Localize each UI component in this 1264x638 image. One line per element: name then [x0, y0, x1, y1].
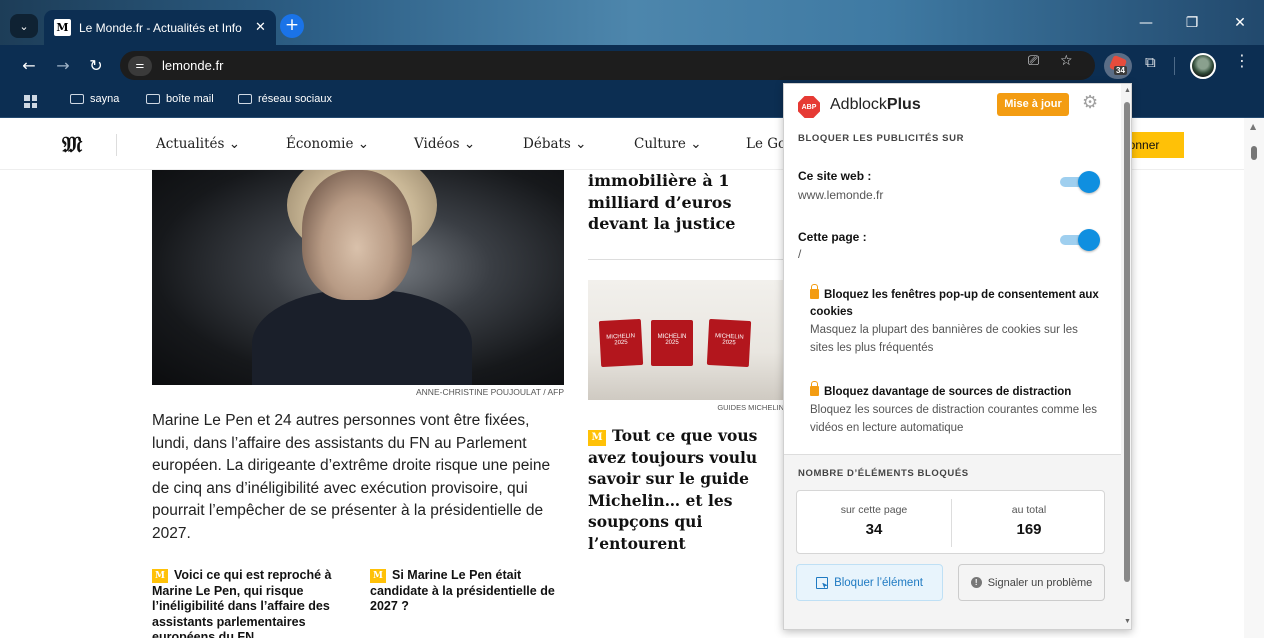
close-window-button[interactable]: ✕ — [1218, 8, 1262, 38]
tab-title: Le Monde.fr - Actualités et Info — [79, 20, 242, 35]
bookmark-star-icon[interactable]: ☆ — [1060, 53, 1073, 69]
report-issue-button[interactable]: ! Signaler un problème — [958, 564, 1105, 601]
nav-economie[interactable]: Économie ⌄ — [286, 136, 369, 152]
gear-icon[interactable]: ⚙ — [1082, 92, 1098, 113]
stat-total: au total 169 — [1011, 504, 1047, 538]
page-scrollbar[interactable]: ▲ — [1244, 118, 1264, 638]
install-app-icon[interactable]: ⎚ — [1028, 53, 1039, 69]
stats-box: sur cette page 34 au total 169 — [796, 490, 1105, 554]
extensions-icon[interactable]: ⧉ — [1145, 53, 1156, 71]
column2-headline[interactable]: immobilière à 1 milliard d’euros devant … — [588, 170, 778, 235]
folder-icon — [146, 94, 160, 104]
abp-brand: AdblockPlus — [830, 96, 921, 113]
hero-summary[interactable]: Marine Le Pen et 24 autres personnes von… — [152, 410, 564, 545]
block-element-button[interactable]: Bloquer l’élément — [796, 564, 943, 601]
restore-button[interactable]: ❐ — [1170, 8, 1214, 38]
scroll-up-arrow-icon[interactable]: ▲ — [1250, 122, 1256, 131]
nav-debats[interactable]: Débats ⌄ — [523, 136, 586, 152]
hero-photo-credit: ANNE-CHRISTINE POUJOULAT / AFP — [416, 387, 564, 397]
cookie-popup-feature[interactable]: Bloquez les fenêtres pop-up de consentem… — [810, 284, 1100, 357]
reload-button[interactable]: ↻ — [84, 55, 108, 77]
browser-toolbar: ← → ↻ ⚌ lemonde.fr ⎚ ☆ 34 ⧉ ⋮ — [0, 45, 1264, 85]
update-button[interactable]: Mise à jour — [997, 93, 1069, 116]
tab-search-button[interactable]: ⌄ — [10, 14, 38, 38]
lemonde-badge-icon: M — [588, 430, 606, 446]
lemonde-favicon: M — [54, 19, 71, 36]
stat-this-page: sur cette page 34 — [840, 504, 908, 538]
michelin-guide-box: MICHELIN 2025 — [651, 320, 693, 366]
lemonde-badge-icon: M — [370, 569, 386, 583]
page-label: Cette page : — [798, 230, 867, 244]
bookmark-folder-sayna[interactable]: sayna — [70, 93, 119, 105]
blocked-count-badge: 34 — [1114, 66, 1127, 75]
bookmark-label: sayna — [90, 93, 120, 105]
minimize-button[interactable]: — — [1124, 8, 1168, 38]
adblock-extension-button[interactable]: 34 — [1104, 53, 1132, 79]
info-icon: ! — [970, 577, 982, 588]
nav-videos[interactable]: Vidéos ⌄ — [414, 136, 475, 152]
hero-photo[interactable] — [152, 170, 564, 385]
bookmark-label: réseau sociaux — [258, 93, 332, 105]
chevron-down-icon: ⌄ — [19, 19, 29, 33]
url-text: lemonde.fr — [162, 58, 224, 73]
michelin-photo[interactable]: MICHELIN 2025 MICHELIN 2025 MICHELIN 202… — [588, 280, 788, 400]
blocked-count-heading: NOMBRE D’ÉLÉMENTS BLOQUÉS — [798, 468, 969, 479]
related-article-2[interactable]: M Si Marine Le Pen était candidate à la p… — [370, 568, 560, 615]
site-toggle[interactable] — [1056, 171, 1102, 193]
hero-figure-face — [302, 170, 412, 300]
close-tab-icon[interactable]: ✕ — [255, 20, 266, 35]
hero-figure-body — [252, 290, 472, 385]
column-divider — [588, 259, 788, 260]
folder-icon — [70, 94, 84, 104]
tab-strip: ⌄ M Le Monde.fr - Actualités et Info ✕ +… — [0, 0, 1264, 45]
blocked-stats-section: NOMBRE D’ÉLÉMENTS BLOQUÉS sur cette page… — [784, 454, 1131, 629]
adblock-popup: ABP AdblockPlus Mise à jour ⚙ BLOQUER LE… — [783, 83, 1132, 630]
michelin-guide-box: MICHELIN 2025 — [598, 318, 644, 368]
back-button[interactable]: ← — [17, 55, 41, 77]
scroll-up-arrow-icon[interactable]: ▲ — [1124, 87, 1131, 94]
nav-le-go[interactable]: Le Go — [746, 136, 786, 152]
lock-icon — [810, 284, 819, 299]
abp-logo-icon: ABP — [798, 96, 820, 118]
nav-actualites[interactable]: Actualités ⌄ — [156, 136, 240, 152]
page-value: / — [798, 247, 802, 261]
michelin-photo-credit: GUIDES MICHELIN — [717, 403, 784, 412]
element-picker-icon — [816, 576, 829, 589]
bookmark-folder-social[interactable]: réseau sociaux — [238, 93, 332, 105]
profile-avatar[interactable] — [1190, 53, 1216, 79]
bookmark-folder-mail[interactable]: boîte mail — [146, 93, 214, 105]
lemonde-logo[interactable]: 𝔐 — [62, 132, 82, 158]
address-bar[interactable]: ⚌ lemonde.fr — [120, 51, 1095, 80]
popup-scroll-thumb[interactable] — [1124, 102, 1130, 582]
scroll-thumb[interactable] — [1251, 146, 1257, 160]
tab-lemonde[interactable]: M Le Monde.fr - Actualités et Info ✕ — [44, 10, 276, 45]
lemonde-badge-icon: M — [152, 569, 168, 583]
toolbar-divider — [1174, 57, 1175, 75]
distraction-feature[interactable]: Bloquez davantage de sources de distract… — [810, 381, 1100, 437]
folder-icon — [238, 94, 252, 104]
menu-kebab-icon[interactable]: ⋮ — [1234, 51, 1250, 70]
related-article-1[interactable]: M Voici ce qui est reproché à Marine Le P… — [152, 568, 342, 638]
nav-culture[interactable]: Culture ⌄ — [634, 136, 702, 152]
scroll-down-arrow-icon[interactable]: ▼ — [1124, 618, 1131, 625]
site-info-icon[interactable]: ⚌ — [128, 55, 152, 76]
new-tab-button[interactable]: + — [280, 14, 304, 38]
bookmark-label: boîte mail — [166, 93, 214, 105]
site-value: www.lemonde.fr — [798, 188, 884, 202]
lock-icon — [810, 381, 819, 396]
nav-separator — [116, 134, 117, 156]
apps-grid-icon[interactable] — [24, 95, 37, 108]
column2-article[interactable]: M Tout ce que vous avez toujours voulu sa… — [588, 425, 778, 554]
forward-button[interactable]: → — [51, 55, 75, 77]
site-label: Ce site web : — [798, 169, 872, 183]
popup-scrollbar[interactable]: ▲ ▼ — [1121, 84, 1131, 629]
page-toggle[interactable] — [1056, 229, 1102, 251]
michelin-guide-box: MICHELIN 2025 — [706, 318, 752, 368]
block-ads-heading: BLOQUER LES PUBLICITÉS SUR — [798, 133, 965, 144]
